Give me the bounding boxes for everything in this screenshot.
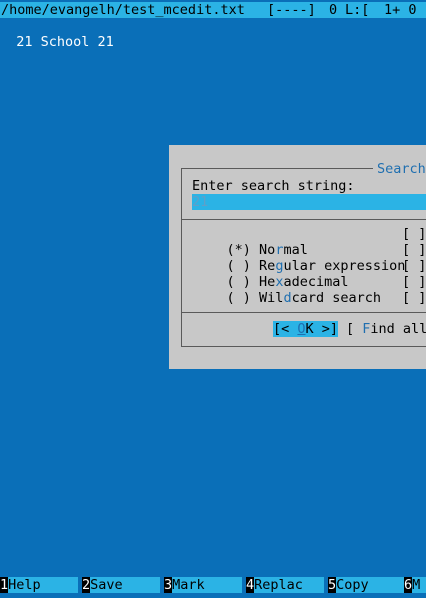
f6-move-button[interactable]: 6M [404,577,426,593]
fkey-number: 2 [82,577,91,593]
find-all-button[interactable]: [ Find all [346,321,426,337]
fkey-number: 1 [0,577,9,593]
checkbox-1[interactable]: [ ] [402,226,426,242]
checkbox-4[interactable]: [ ] [402,274,426,290]
hotkey-letter: d [283,290,292,306]
button-bracket: [ [346,321,363,337]
fkey-label: Mark [172,577,243,593]
f4-replace-button[interactable]: 4Replac [246,577,325,593]
checkbox-5[interactable]: [ ] [402,290,426,306]
f2-save-button[interactable]: 2Save [82,577,161,593]
search-input[interactable]: 21 [192,194,426,210]
editor-line[interactable]: 21 School 21 [16,34,114,50]
fkey-number: 5 [328,577,337,593]
line-info: 1+ 0 [384,2,417,18]
fkey-label: M [412,577,426,593]
fkey-number: 3 [164,577,173,593]
option-label: Wil [259,290,284,306]
fkey-label: Copy [336,577,407,593]
status-bar: /home/evangelh/test_mcedit.txt [----] 0 … [0,2,426,18]
f3-mark-button[interactable]: 3Mark [164,577,243,593]
button-bracket: [< [273,321,298,337]
line-label: L:[ [345,2,370,18]
f5-copy-button[interactable]: 5Copy [328,577,407,593]
file-path: /home/evangelh/test_mcedit.txt [1,2,245,18]
divider [181,219,426,220]
fkey-label: Replac [254,577,325,593]
fkey-label: Help [8,577,79,593]
column-number: 0 [329,2,338,18]
fkey-number: 6 [404,577,413,593]
ok-button[interactable]: [< OK >] [273,321,339,337]
button-label: ind all [370,321,426,337]
search-input-value: 21 [192,194,209,210]
search-mode-wildcard[interactable]: ( ) Wildcard search [194,274,381,322]
search-prompt-label: Enter search string: [192,178,355,194]
option-label: card search [291,290,381,306]
fkey-label: Save [90,577,161,593]
fkey-number: 4 [246,577,255,593]
dialog-title: Search [373,161,426,177]
f1-help-button[interactable]: 1Help [0,577,79,593]
checkbox-3[interactable]: [ ] [402,258,426,274]
hotkey-letter: O [297,321,306,337]
checkbox-2[interactable]: [ ] [402,242,426,258]
button-bracket: K >] [305,321,339,337]
modified-flags: [----] [267,2,316,18]
editor-area[interactable]: 21 School 21 [0,18,114,50]
function-key-bar: 1Help 2Save 3Mark 4Replac 5Copy 6M [0,577,426,593]
radio-mark: ( ) [226,290,251,306]
search-dialog: Search Enter search string: 21 (*) Norma… [169,145,426,369]
